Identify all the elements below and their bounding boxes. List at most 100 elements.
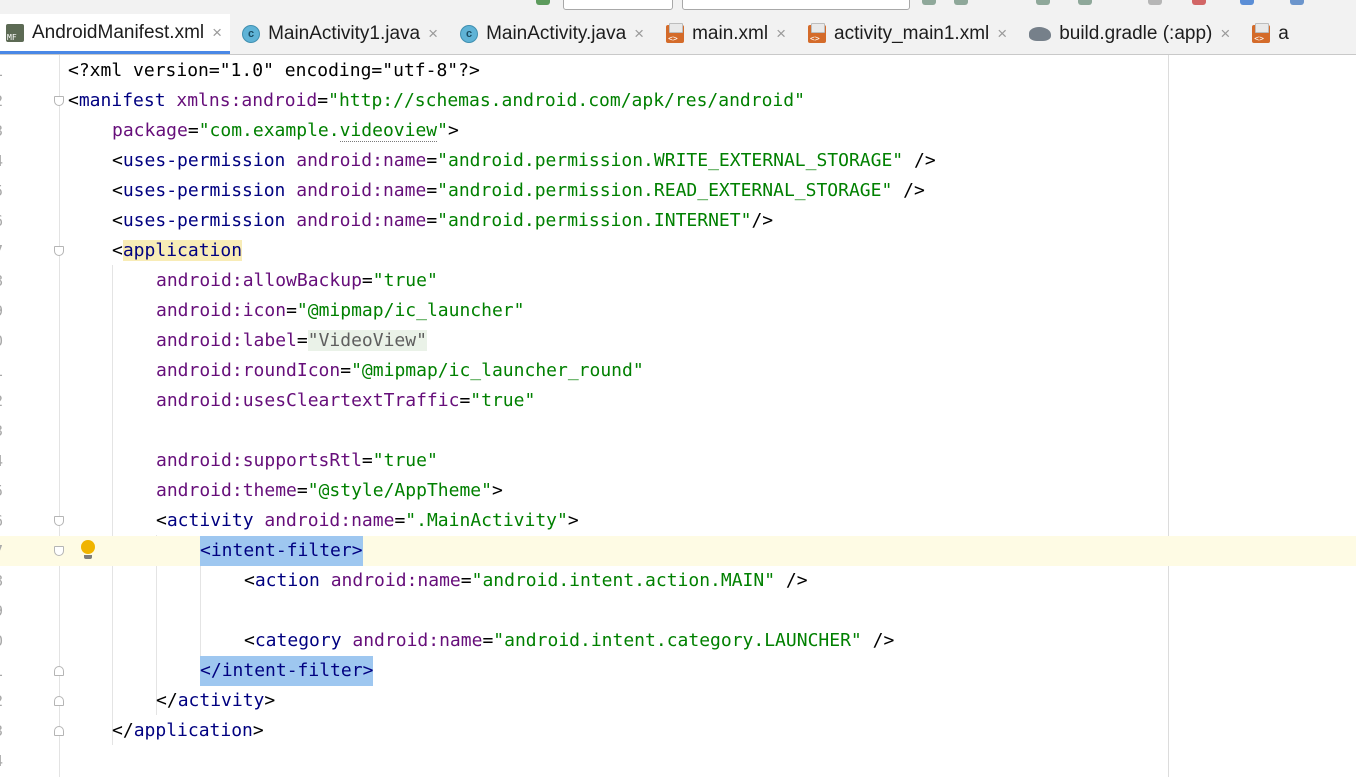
code-text: android:allowBackup="true" [156,270,438,291]
line-number: 0 [0,326,6,356]
folded-string-value[interactable]: "VideoView" [307,330,427,351]
line-number: 4 [0,446,6,476]
code-editor[interactable]: 1 <?xml version="1.0" encoding="utf-8"?>… [0,55,1356,777]
xml-layout-icon [808,23,827,43]
code-text: <intent-filter> [200,536,363,566]
code-text: <uses-permission android:name="android.p… [112,150,936,171]
code-line[interactable]: 5 android:theme="@style/AppTheme"> [0,476,1356,506]
run-config-dropdown[interactable] [563,0,673,10]
fold-marker-icon[interactable] [54,696,64,706]
close-icon[interactable]: × [1220,24,1230,44]
tab-label: MainActivity1.java [268,23,421,44]
tab-androidmanifest-xml[interactable]: AndroidManifest.xml × [0,14,231,54]
code-text: android:theme="@style/AppTheme"> [156,480,503,501]
tab-main-xml[interactable]: main.xml × [660,14,794,54]
fold-marker-icon[interactable] [54,666,64,676]
line-number: 9 [0,296,6,326]
tab-mainactivity1-java[interactable]: MainActivity1.java × [236,14,446,54]
java-class-icon [460,25,479,43]
code-line[interactable]: 2 android:usesCleartextTraffic="true" [0,386,1356,416]
code-line[interactable]: 4 android:supportsRtl="true" [0,446,1356,476]
line-number: 6 [0,506,6,536]
fold-marker-icon[interactable] [54,246,64,256]
close-icon[interactable]: × [212,23,222,43]
code-line[interactable]: 1 </intent-filter> [0,656,1356,686]
line-number: 4 [0,146,6,176]
tab-activity-main1-xml[interactable]: activity_main1.xml × [802,14,1015,54]
xml-declaration: <?xml version="1.0" encoding="utf-8"?> [68,60,480,81]
java-class-icon [242,25,261,43]
xml-layout-icon [1252,23,1271,43]
code-line[interactable]: 6 <activity android:name=".MainActivity"… [0,506,1356,536]
avd-manager-icon[interactable] [1240,0,1254,5]
line-number: 7 [0,236,6,266]
code-line[interactable]: 1 android:roundIcon="@mipmap/ic_launcher… [0,356,1356,386]
code-line[interactable]: 3 [0,416,1356,446]
line-number: 8 [0,266,6,296]
dropdown-arrow-icon[interactable] [536,0,550,5]
code-text: <category android:name="android.intent.c… [244,630,895,651]
line-number: 5 [0,176,6,206]
code-line[interactable]: 7 <application [0,236,1356,266]
line-number: 3 [0,416,6,446]
line-number: 0 [0,626,6,656]
debug-icon[interactable] [954,0,968,5]
code-line[interactable]: 3 </application> [0,716,1356,746]
code-line[interactable]: 9 [0,596,1356,626]
stop-icon[interactable] [1192,0,1206,5]
code-line[interactable]: 6 <uses-permission android:name="android… [0,206,1356,236]
line-number: 3 [0,116,6,146]
line-number: 2 [0,86,6,116]
code-text: android:icon="@mipmap/ic_launcher" [156,300,525,321]
device-dropdown[interactable] [682,0,910,10]
line-number: 2 [0,386,6,416]
code-text: <action android:name="android.intent.act… [244,570,808,591]
fold-marker-icon[interactable] [54,546,64,556]
code-line[interactable]: 0 android:label="VideoView" [0,326,1356,356]
attach-icon[interactable] [1078,0,1092,5]
line-number: 2 [0,686,6,716]
code-line[interactable]: 3 package="com.example.videoview"> [0,116,1356,146]
tab-mainactivity-java[interactable]: MainActivity.java × [454,14,652,54]
code-text: <application [112,240,243,261]
xml-layout-icon [666,23,685,43]
code-line-current[interactable]: 7 <intent-filter> [0,536,1356,566]
tab-label: AndroidManifest.xml [32,21,205,43]
close-icon[interactable]: × [634,24,644,44]
manifest-file-icon [6,23,24,42]
code-line[interactable]: 9 android:icon="@mipmap/ic_launcher" [0,296,1356,326]
tab-overflow[interactable]: a [1246,14,1297,54]
code-line[interactable]: 4 [0,746,1356,776]
code-line[interactable]: 5 <uses-permission android:name="android… [0,176,1356,206]
code-line[interactable]: 4 <uses-permission android:name="android… [0,146,1356,176]
line-number: 4 [0,746,6,776]
close-icon[interactable]: × [776,24,786,44]
tab-label: MainActivity.java [486,23,627,44]
fold-marker-icon[interactable] [54,516,64,526]
code-line[interactable]: 2 <manifest xmlns:android="http://schema… [0,86,1356,116]
code-text: android:supportsRtl="true" [156,450,438,471]
tab-build-gradle-app[interactable]: build.gradle (:app) × [1023,14,1238,54]
code-line[interactable]: 2 </activity> [0,686,1356,716]
line-number: 1 [0,56,6,86]
close-icon[interactable]: × [428,24,438,44]
code-line[interactable]: 1 <?xml version="1.0" encoding="utf-8"?> [0,56,1356,86]
code-line[interactable]: 0 <category android:name="android.intent… [0,626,1356,656]
gradle-icon [1029,27,1052,41]
close-icon[interactable]: × [997,24,1007,44]
line-number: 5 [0,476,6,506]
top-toolbar [0,0,1356,15]
lightbulb-icon[interactable] [81,540,95,559]
tab-label: a [1278,23,1289,44]
code-line[interactable]: 8 android:allowBackup="true" [0,266,1356,296]
fold-marker-icon[interactable] [54,96,64,106]
tab-label: activity_main1.xml [834,23,990,44]
line-number: 7 [0,536,6,566]
sync-icon[interactable] [1148,0,1162,5]
code-line[interactable]: 8 <action android:name="android.intent.a… [0,566,1356,596]
code-text: </activity> [156,690,276,711]
run-icon[interactable] [922,0,936,5]
profile-icon[interactable] [1036,0,1050,5]
sdk-manager-icon[interactable] [1290,0,1304,5]
fold-marker-icon[interactable] [54,726,64,736]
